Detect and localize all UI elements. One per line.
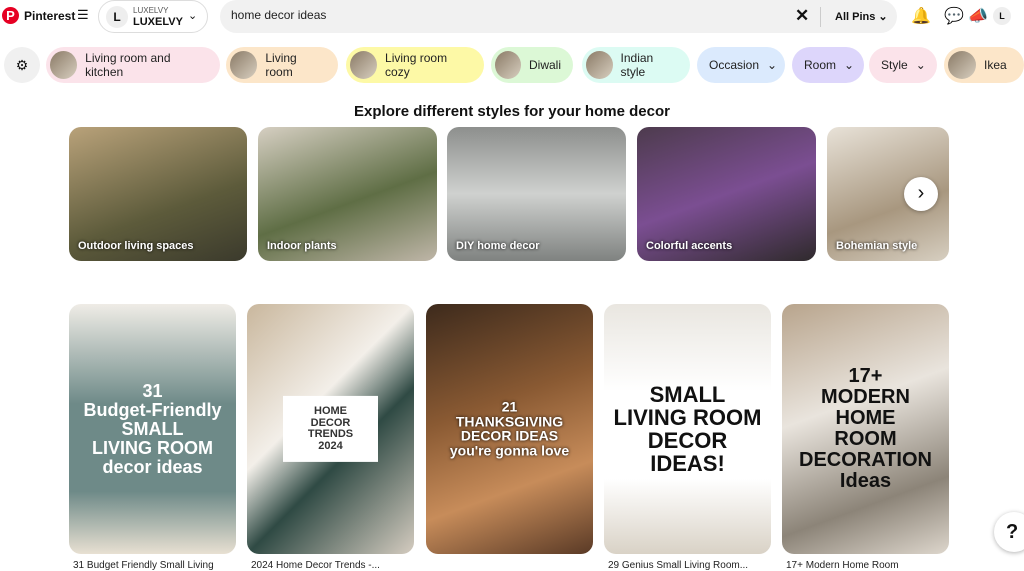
chevron-down-icon: ⌄ xyxy=(188,10,198,22)
chip-label: Living room and kitchen xyxy=(85,51,171,79)
pinterest-logo-icon[interactable]: P xyxy=(2,7,19,24)
chip-living-room[interactable]: Living room xyxy=(226,47,338,83)
style-card-label: Indoor plants xyxy=(267,240,337,252)
chip-style[interactable]: Style ⌄ xyxy=(869,47,937,83)
profile-avatar[interactable]: L xyxy=(993,7,1011,25)
help-button[interactable]: ? xyxy=(994,512,1024,552)
pin-overlay-text: SMALL LIVING ROOM DECOR IDEAS! xyxy=(613,381,762,477)
account-label: LUXELVY xyxy=(133,6,169,15)
account-name: LUXELVY xyxy=(133,16,183,28)
filter-settings-button[interactable]: ⚙ xyxy=(4,47,40,83)
chip-label: Indian style xyxy=(620,51,654,79)
style-card-label: Outdoor living spaces xyxy=(78,240,194,252)
pin-overlay-text: 21 THANKSGIVING DECOR IDEAS you're gonna… xyxy=(449,398,570,459)
pin-card[interactable]: 17+ MODERN HOME ROOM DECORATION Ideas xyxy=(782,304,949,554)
style-card[interactable]: Indoor plants xyxy=(258,127,437,261)
chip-thumbnail xyxy=(586,51,613,79)
chip-thumbnail xyxy=(495,51,521,79)
chip-label: Living room xyxy=(265,51,297,79)
chip-thumbnail xyxy=(350,51,378,79)
chip-label: Diwali xyxy=(528,58,561,72)
pin-caption[interactable]: 29 Genius Small Living Room... xyxy=(608,560,748,571)
pin-card[interactable]: HOME DECOR TRENDS 2024 xyxy=(247,304,414,554)
chevron-down-icon: ⌄ xyxy=(915,58,926,72)
clear-search-icon[interactable]: ✕ xyxy=(795,6,809,26)
chip-thumbnail xyxy=(230,51,258,79)
chip-label: Occasion xyxy=(709,58,760,72)
search-input[interactable] xyxy=(231,8,771,22)
filter-label: All Pins xyxy=(835,11,876,23)
brand-name[interactable]: Pinterest xyxy=(24,9,75,23)
style-card[interactable]: DIY home decor xyxy=(447,127,626,261)
chip-label: Style xyxy=(881,58,908,72)
bell-icon[interactable]: 🔔 xyxy=(911,6,931,26)
chip-label: Room xyxy=(804,58,837,72)
chip-living-room-and-kitchen[interactable]: Living room and kitchen xyxy=(46,47,220,83)
chevron-down-icon: ⌄ xyxy=(844,58,855,72)
pin-overlay-text: 31 Budget-Friendly SMALL LIVING ROOM dec… xyxy=(83,380,222,477)
account-avatar: L xyxy=(106,6,128,28)
explore-heading: Explore different styles for your home d… xyxy=(354,103,670,120)
chip-thumbnail xyxy=(50,51,78,79)
pin-caption[interactable]: 2024 Home Decor Trends -... xyxy=(251,560,380,571)
pin-overlay-text: 17+ MODERN HOME ROOM DECORATION Ideas xyxy=(799,365,932,492)
chip-indian-style[interactable]: Indian style xyxy=(582,47,690,83)
next-arrow-button[interactable]: › xyxy=(904,177,938,211)
divider xyxy=(820,7,821,27)
chip-diwali[interactable]: Diwali xyxy=(491,47,573,83)
megaphone-icon[interactable]: 📣 xyxy=(968,6,988,26)
messages-icon[interactable]: 💬 xyxy=(944,6,964,26)
chip-label: Living room cozy xyxy=(385,51,448,79)
style-card[interactable]: Outdoor living spaces xyxy=(69,127,247,261)
search-bar: ✕ All Pins ⌄ xyxy=(220,0,897,33)
chip-occasion[interactable]: Occasion ⌄ xyxy=(697,47,785,83)
pin-card[interactable]: SMALL LIVING ROOM DECOR IDEAS! xyxy=(604,304,771,554)
chip-thumbnail xyxy=(948,51,976,79)
chip-ikea[interactable]: Ikea xyxy=(944,47,1024,83)
pin-overlay-text: HOME DECOR TRENDS 2024 xyxy=(283,395,378,463)
pin-filter-dropdown[interactable]: All Pins ⌄ xyxy=(835,10,888,23)
top-bar: P Pinterest ☰ L LUXELVY LUXELVY ⌄ ✕ All … xyxy=(0,0,1024,34)
sliders-icon: ⚙ xyxy=(15,57,29,73)
chip-living-room-cozy[interactable]: Living room cozy xyxy=(346,47,484,83)
chip-room[interactable]: Room ⌄ xyxy=(792,47,864,83)
pin-caption[interactable]: 17+ Modern Home Room xyxy=(786,560,899,571)
account-switcher[interactable]: L LUXELVY LUXELVY ⌄ xyxy=(98,0,208,33)
style-card-label: DIY home decor xyxy=(456,240,540,252)
chevron-down-icon: ⌄ xyxy=(767,58,778,72)
style-card-label: Bohemian style xyxy=(836,240,918,252)
chip-label: Ikea xyxy=(984,58,1007,72)
hamburger-menu-icon[interactable]: ☰ xyxy=(77,7,89,23)
pin-card[interactable]: 31 Budget-Friendly SMALL LIVING ROOM dec… xyxy=(69,304,236,554)
pin-card[interactable]: 21 THANKSGIVING DECOR IDEAS you're gonna… xyxy=(426,304,593,554)
style-card[interactable]: Colorful accents xyxy=(637,127,816,261)
pin-caption[interactable]: 31 Budget Friendly Small Living xyxy=(73,560,214,571)
style-card-label: Colorful accents xyxy=(646,240,733,252)
